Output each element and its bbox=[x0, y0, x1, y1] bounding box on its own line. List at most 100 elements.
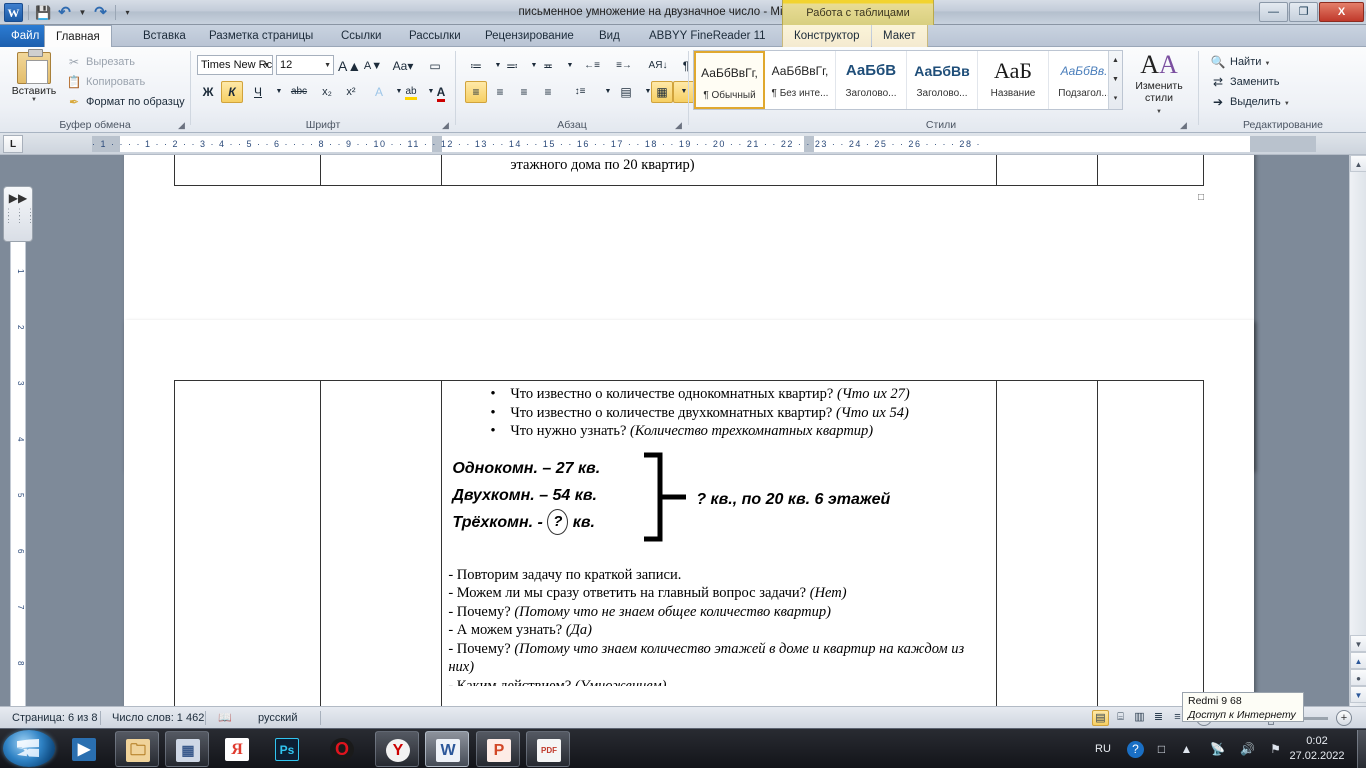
shading-button[interactable]: ▤ bbox=[615, 81, 637, 103]
undo-dropdown-icon[interactable]: ▼ bbox=[76, 3, 89, 22]
chevron-up-icon[interactable]: ▲ bbox=[1178, 741, 1195, 757]
view-full-screen-reading-button[interactable]: ⌸ bbox=[1112, 710, 1129, 726]
customize-qat-icon[interactable]: ▾ bbox=[121, 3, 134, 22]
quick-access-toolbar[interactable]: W 💾 ↶ ▼ ↷ ▾ bbox=[4, 1, 134, 23]
style-item-heading1[interactable]: АаБбВ Заголово... bbox=[836, 51, 907, 109]
strikethrough-button[interactable]: abc bbox=[284, 81, 314, 103]
chevron-down-icon[interactable]: ▼ bbox=[1284, 101, 1290, 107]
table-cell-content[interactable]: Что известно о количестве однокомнатных … bbox=[442, 381, 997, 707]
paste-button[interactable]: Вставить ▼ bbox=[8, 51, 60, 113]
ruler-track[interactable]: · 1 · · · · 1 · · 2 · · 3 · 4 · · 5 · · … bbox=[92, 136, 1316, 152]
ribbon-tab-bar[interactable]: Файл Главная Вставка Разметка страницы С… bbox=[0, 25, 1366, 47]
tab-table-design[interactable]: Конструктор bbox=[782, 25, 871, 47]
grow-font-button[interactable]: A▲ bbox=[338, 55, 360, 77]
decrease-indent-button[interactable]: ←≡ bbox=[577, 55, 607, 77]
taskbar-item-powerpoint[interactable]: P bbox=[476, 731, 520, 767]
taskbar-item-opera[interactable]: O bbox=[320, 731, 364, 767]
change-case-button[interactable]: Aa▾ bbox=[388, 55, 418, 77]
taskbar-item-photoshop[interactable]: Ps bbox=[265, 731, 309, 767]
chevron-down-icon[interactable]: ▼ bbox=[1264, 61, 1270, 67]
clock-time[interactable]: 0:02 bbox=[1286, 734, 1348, 748]
copy-button[interactable]: 📋 Копировать bbox=[64, 73, 145, 92]
help-icon[interactable]: ? bbox=[1127, 741, 1144, 758]
font-color-button[interactable]: A bbox=[430, 81, 452, 103]
redo-icon[interactable]: ↷ bbox=[91, 3, 110, 22]
lesson-table-page2[interactable]: Что известно о количестве однокомнатных … bbox=[174, 380, 1204, 706]
line-spacing-button[interactable]: ↕≡ bbox=[565, 81, 595, 103]
word-count[interactable]: Число слов: 1 462 bbox=[104, 707, 212, 729]
proofing-status-icon[interactable]: 📖 bbox=[210, 707, 240, 729]
styles-dialog-launcher-icon[interactable]: ◢ bbox=[1178, 120, 1189, 131]
horizontal-ruler[interactable]: L · 1 · · · · 1 · · 2 · · 3 · 4 · · 5 · … bbox=[0, 133, 1366, 155]
underline-button[interactable]: Ч bbox=[247, 81, 269, 103]
minimize-button[interactable]: — bbox=[1259, 2, 1288, 22]
save-icon[interactable]: 💾 bbox=[34, 3, 53, 22]
word-app-icon[interactable]: W bbox=[4, 3, 23, 22]
clipboard-dialog-launcher-icon[interactable]: ◢ bbox=[176, 120, 187, 131]
table-cell[interactable] bbox=[997, 381, 1098, 707]
tab-insert[interactable]: Вставка bbox=[132, 25, 197, 47]
view-web-layout-button[interactable]: ▥ bbox=[1131, 710, 1148, 726]
lesson-table-page1[interactable]: - В виде чего составим краткую запись? (… bbox=[174, 155, 1204, 186]
style-item-normal[interactable]: АаБбВвГг, ¶ Обычный bbox=[694, 51, 765, 109]
taskbar-item-pdf-reader[interactable]: PDF bbox=[526, 731, 570, 767]
tab-view[interactable]: Вид bbox=[588, 25, 631, 47]
table-cell[interactable] bbox=[1098, 381, 1204, 707]
taskbar-item-yandex-browser[interactable]: Я bbox=[215, 731, 259, 767]
subscript-button[interactable]: x₂ bbox=[316, 81, 338, 103]
scroll-up-icon[interactable]: ▲ bbox=[1350, 155, 1366, 172]
view-outline-button[interactable]: ≣ bbox=[1150, 710, 1167, 726]
select-button[interactable]: ➔ Выделить ▼ bbox=[1208, 93, 1290, 112]
font-name-combo[interactable]: Times New Rc ▼ bbox=[197, 55, 273, 75]
table-cell[interactable] bbox=[175, 155, 321, 186]
more-styles-icon[interactable]: ▾ bbox=[1109, 89, 1122, 108]
style-item-heading2[interactable]: АаБбВв Заголово... bbox=[907, 51, 978, 109]
show-hidden-icons-icon[interactable]: □ bbox=[1153, 741, 1170, 757]
close-button[interactable]: X bbox=[1319, 2, 1364, 22]
clock-date[interactable]: 27.02.2022 bbox=[1282, 749, 1352, 763]
tab-references[interactable]: Ссылки bbox=[330, 25, 393, 47]
table-cell[interactable] bbox=[1098, 155, 1204, 186]
tab-page-layout[interactable]: Разметка страницы bbox=[198, 25, 324, 47]
view-print-layout-button[interactable]: ▤ bbox=[1092, 710, 1109, 726]
vertical-ruler[interactable]: 1 2 3 4 5 6 7 8 bbox=[10, 238, 26, 708]
tab-file[interactable]: Файл bbox=[0, 25, 50, 47]
paragraph-dialog-launcher-icon[interactable]: ◢ bbox=[673, 120, 684, 131]
font-dialog-launcher-icon[interactable]: ◢ bbox=[440, 120, 451, 131]
tab-review[interactable]: Рецензирование bbox=[474, 25, 585, 47]
zoom-in-button[interactable]: + bbox=[1336, 710, 1352, 726]
previous-page-icon[interactable]: ▲ bbox=[1350, 652, 1366, 669]
document-page-2[interactable]: Что известно о количестве однокомнатных … bbox=[124, 320, 1254, 706]
style-item-no-spacing[interactable]: АаБбВвГг, ¶ Без инте... bbox=[765, 51, 836, 109]
scroll-up-icon[interactable]: ▲ bbox=[1109, 51, 1122, 70]
cut-button[interactable]: ✂ Вырезать bbox=[64, 53, 135, 72]
table-cell[interactable] bbox=[175, 381, 321, 707]
table-cell[interactable] bbox=[321, 381, 442, 707]
chevron-down-icon[interactable]: ▼ bbox=[1156, 109, 1162, 115]
taskbar[interactable]: ▶ 🗀 ▦ Я Ps O Y W P PDF RU ? □ ▲ 📡 🔊 ⚑ 0:… bbox=[0, 728, 1366, 768]
status-bar[interactable]: Страница: 6 из 8 Число слов: 1 462 📖 рус… bbox=[0, 706, 1366, 728]
taskbar-item-calculator[interactable]: ▦ bbox=[165, 731, 209, 767]
find-button[interactable]: 🔍 Найти ▼ bbox=[1208, 53, 1270, 72]
page-indicator[interactable]: Страница: 6 из 8 bbox=[4, 707, 106, 729]
replace-button[interactable]: ⇄ Заменить bbox=[1208, 73, 1279, 92]
table-cell[interactable] bbox=[997, 155, 1098, 186]
scroll-down-icon[interactable]: ▼ bbox=[1109, 70, 1122, 89]
chevron-down-icon[interactable]: ▼ bbox=[263, 56, 270, 75]
language-indicator-tray[interactable]: RU bbox=[1092, 742, 1114, 756]
navigation-pane-handle[interactable]: ▶▶ ⋮⋮⋮ ⋮⋮⋮ bbox=[3, 186, 33, 242]
show-desktop-button[interactable] bbox=[1357, 730, 1366, 768]
paste-dropdown-icon[interactable]: ▼ bbox=[8, 97, 60, 103]
tab-stop-selector[interactable]: L bbox=[3, 135, 23, 153]
numbered-list-button[interactable]: ≕ bbox=[501, 55, 523, 77]
taskbar-item-yandex[interactable]: Y bbox=[375, 731, 419, 767]
text-effects-button[interactable]: A bbox=[368, 81, 390, 103]
increase-indent-button[interactable]: ≡→ bbox=[609, 55, 639, 77]
change-styles-button[interactable]: AA Изменить стили ▼ bbox=[1130, 50, 1188, 112]
undo-icon[interactable]: ↶ bbox=[55, 3, 74, 22]
sort-button[interactable]: АЯ↓ bbox=[643, 55, 673, 77]
volume-icon[interactable]: 🔊 bbox=[1239, 741, 1256, 757]
chevron-down-icon[interactable]: ▼ bbox=[324, 56, 331, 75]
style-item-title[interactable]: АаБ Название bbox=[978, 51, 1049, 109]
clear-formatting-icon[interactable]: ▭ bbox=[424, 55, 446, 77]
